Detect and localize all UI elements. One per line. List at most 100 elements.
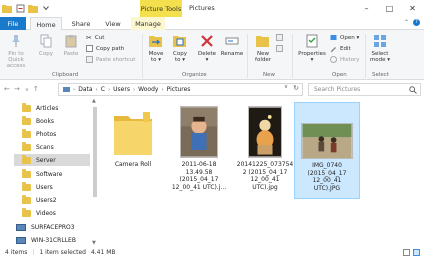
nav-scrollbar[interactable]: ▲ ▼ [92, 98, 99, 246]
forward-arrow-icon[interactable]: → [14, 85, 20, 93]
new-folder-button[interactable]: New folder [252, 33, 274, 63]
new-item-icon [276, 34, 283, 41]
easy-access-button[interactable] [276, 45, 283, 52]
properties-icon [304, 33, 320, 49]
nav-item-label: Videos [36, 209, 56, 217]
paste-button[interactable]: Paste [60, 33, 82, 57]
paste-shortcut-button[interactable]: Paste shortcut [86, 56, 135, 63]
properties-icon[interactable] [15, 3, 25, 13]
folder-icon [22, 154, 31, 164]
nav-item-books[interactable]: Books [22, 115, 88, 127]
tab-share[interactable]: Share [66, 17, 96, 30]
organize-group-label: Organize [182, 72, 207, 78]
nav-item-label: WIN-31CRLLEB [31, 236, 76, 244]
large-icons-view-icon[interactable] [413, 249, 420, 256]
nav-item-label: Users2 [36, 196, 57, 204]
up-arrow-icon[interactable]: ↑ [33, 85, 39, 93]
maximize-button[interactable]: □ [378, 0, 401, 17]
computer-icon [16, 223, 26, 231]
file-tile-photo-1[interactable]: 2011-06-18 13.49.58 (2015_04_17 12_00_41… [166, 102, 232, 191]
window-title: Pictures [189, 4, 215, 12]
nav-item-users[interactable]: Users [22, 181, 88, 193]
nav-item-articles[interactable]: Articles [22, 102, 88, 114]
ribbon: Pin to Quick access Copy Paste ✂ Cut Cop… [0, 30, 424, 80]
refresh-icon[interactable]: ↻ [293, 84, 299, 92]
nav-item-surfacepro3[interactable]: SURFACEPRO3 [16, 221, 82, 233]
chevron-right-icon: › [73, 86, 76, 93]
chevron-right-icon: › [107, 86, 111, 93]
nav-item-win-31crlleb[interactable]: WIN-31CRLLEB [16, 234, 82, 246]
delete-label: Delete ▾ [197, 51, 217, 63]
select-mode-button[interactable]: Select mode ▾ [368, 33, 392, 63]
tab-file[interactable]: File [0, 17, 26, 30]
folder-icon [22, 102, 31, 112]
chevron-down-icon[interactable]: ∨ [284, 84, 288, 90]
breadcrumb-users[interactable]: Users [113, 86, 130, 93]
pin-to-quick-access-button[interactable]: Pin to Quick access [2, 33, 30, 69]
folder-icon [22, 181, 31, 191]
edit-button[interactable]: Edit [330, 45, 351, 52]
copy-button[interactable]: Copy [36, 33, 56, 57]
status-divider: | [32, 249, 35, 256]
file-tile-photo-2[interactable]: 20141225_073754 2 (2015_04_17 12_00_41 U… [232, 102, 298, 191]
open-label: Open ▾ [340, 34, 360, 41]
nav-item-server[interactable]: Server [14, 154, 90, 166]
new-group-label: New [263, 72, 275, 78]
nav-item-videos[interactable]: Videos [22, 207, 88, 219]
file-caption: Camera Roll [114, 161, 152, 168]
copy-to-button[interactable]: Copy to ▾ [170, 33, 190, 63]
rename-button[interactable]: Rename [220, 33, 244, 57]
recent-chevron-icon[interactable]: ∨ [25, 87, 29, 93]
nav-item-photos[interactable]: Photos [22, 128, 88, 140]
new-folder-label: New folder [255, 51, 271, 63]
nav-item-label: Scans [36, 143, 54, 151]
item-count: 4 items [5, 249, 28, 256]
chevron-up-icon[interactable]: ⌃ [404, 19, 409, 26]
open-button[interactable]: Open ▾ [330, 34, 359, 41]
search-icon [409, 86, 417, 94]
chevron-down-icon[interactable] [41, 3, 51, 13]
cut-button[interactable]: ✂ Cut [86, 34, 104, 42]
breadcrumb-woody[interactable]: Woody [138, 86, 158, 93]
nav-item-label: Software [36, 170, 63, 178]
address-bar[interactable]: › Data › C › Users › Woody › Pictures ∨ … [58, 83, 303, 96]
file-caption: IMG_0740 (2015_04_17 12_00_41 UTC).JPG [307, 162, 347, 192]
folder-icon[interactable] [2, 3, 12, 13]
file-tile-camera-roll[interactable]: Camera Roll [100, 102, 166, 169]
copy-path-button[interactable]: Copy path [86, 45, 124, 52]
new-item-button[interactable] [276, 34, 283, 41]
history-button[interactable]: History [330, 56, 360, 63]
tab-home[interactable]: Home [30, 17, 62, 31]
delete-button[interactable]: Delete ▾ [196, 33, 218, 63]
search-box[interactable]: Search Pictures [308, 83, 421, 96]
close-button[interactable]: ✕ [401, 0, 424, 17]
chevron-right-icon: › [132, 86, 136, 93]
file-caption: 20141225_073754 2 (2015_04_17 12_00_41 U… [236, 161, 294, 191]
move-to-button[interactable]: Move to ▾ [146, 33, 166, 63]
tab-view[interactable]: View [100, 17, 126, 30]
open-icon [330, 35, 337, 40]
ribbon-tabs: File Home Share View Manage ⌃ ? [0, 17, 424, 31]
help-icon[interactable]: ? [413, 19, 420, 26]
breadcrumb-data[interactable]: Data [78, 86, 92, 93]
breadcrumb-c[interactable]: C [101, 86, 105, 93]
properties-button[interactable]: Properties ▾ [296, 33, 328, 63]
select-group-label: Select [372, 72, 389, 78]
nav-item-scans[interactable]: Scans [22, 141, 88, 153]
file-tile-img-0740[interactable]: IMG_0740 (2015_04_17 12_00_41 UTC).JPG [294, 102, 360, 199]
breadcrumb-pictures[interactable]: Pictures [167, 86, 191, 93]
nav-item-software[interactable]: Software [22, 168, 88, 180]
scrollbar-thumb[interactable] [93, 107, 97, 197]
address-row: ← → ∨ ↑ › Data › C › Users › Woody › Pic… [0, 81, 424, 98]
minimize-button[interactable]: – [355, 0, 378, 17]
copy-to-label: Copy to ▾ [173, 51, 187, 63]
tab-manage[interactable]: Manage [131, 17, 165, 30]
scroll-up-icon[interactable]: ▲ [92, 98, 96, 104]
back-arrow-icon[interactable]: ← [4, 85, 10, 93]
new-folder-icon[interactable] [28, 3, 38, 13]
nav-item-users2[interactable]: Users2 [22, 194, 88, 206]
details-view-icon[interactable] [403, 249, 410, 256]
ribbon-separator [142, 34, 143, 78]
pc-icon [63, 87, 70, 92]
copy-path-label: Copy path [96, 45, 125, 52]
